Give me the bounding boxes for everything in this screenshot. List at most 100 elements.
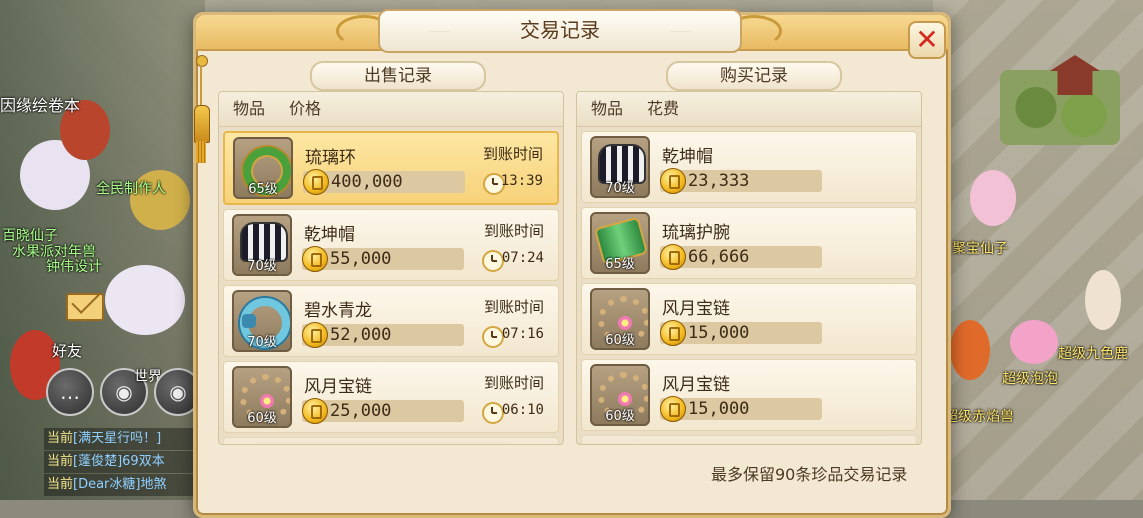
footer-note: 最多保留90条珍品交易记录 — [711, 465, 908, 484]
npc-label[interactable]: 因缘绘卷本 — [0, 92, 80, 116]
chat-line: 当前[满天星行吗！] — [44, 428, 214, 450]
item-slot[interactable]: 70级 — [232, 290, 292, 352]
arrival-time-label: 到账时间 — [483, 298, 544, 316]
clock-icon — [482, 402, 504, 424]
price-value: 52,000 — [330, 325, 392, 345]
sell-list-header: 物品 价格 — [219, 92, 563, 127]
cost-field: 15,000 — [660, 320, 822, 346]
arrival-time-label: 到账时间 — [483, 222, 544, 240]
chat-line: 当前[蓬俊楚]69双本 — [44, 451, 214, 473]
chat-channel: 当前 — [47, 454, 74, 469]
trade-record-panel: 交易记录 ✕ 出售记录 物品 价格 65级 琉璃环 400,000 到账时间 1… — [193, 9, 951, 518]
clock-icon — [482, 250, 504, 272]
item-slot[interactable]: 70级 — [232, 214, 292, 276]
npc-sprite[interactable] — [1085, 270, 1121, 330]
npc-sprite[interactable] — [970, 170, 1016, 226]
buy-record-row[interactable]: 60级 风月宝链 15,000 — [581, 359, 917, 431]
arrival-time-label: 到账时间 — [482, 145, 543, 163]
title-plate: 交易记录 — [378, 9, 742, 53]
buy-record-row[interactable]: 60级 风月宝链 15,000 — [581, 283, 917, 355]
chat-bubble-icon: … — [60, 380, 80, 404]
item-level: 65级 — [605, 257, 635, 272]
cost-value: 66,666 — [688, 247, 750, 267]
cost-value: 15,000 — [688, 323, 750, 343]
item-level: 60级 — [247, 411, 277, 426]
buy-list-header: 物品 花费 — [577, 92, 921, 127]
flower-pendant-icon — [260, 394, 274, 408]
item-slot[interactable]: 60级 — [232, 366, 292, 428]
flower-pendant-icon — [618, 316, 632, 330]
buy-records-list[interactable]: 物品 花费 70级 乾坤帽 23,333 65级 琉璃护腕 66,666 60级… — [576, 91, 922, 445]
item-name: 碧水青龙 — [304, 301, 372, 321]
cost-field: 15,000 — [660, 396, 822, 422]
npc-sprite[interactable] — [1010, 320, 1058, 364]
item-slot[interactable]: 60级 — [590, 364, 650, 426]
npc-label[interactable]: 超级泡泡 — [1002, 368, 1058, 388]
chat-line: 当前[Dear冰糖]地煞 — [44, 474, 214, 496]
microphone-icon: ◉ — [115, 380, 133, 404]
price-value: 25,000 — [330, 401, 392, 421]
dragon-head-icon — [242, 314, 256, 328]
coin-icon — [303, 169, 329, 195]
item-slot[interactable]: 65级 — [233, 137, 293, 199]
clock-icon — [482, 326, 504, 348]
sell-record-row[interactable]: 70级 碧水青龙 52,000 到账时间 07:16 — [223, 285, 559, 357]
buy-record-row[interactable]: 65级 琉璃护腕 66,666 — [581, 207, 917, 279]
buy-record-row-partial[interactable] — [581, 435, 917, 444]
mail-icon[interactable] — [66, 293, 104, 321]
coin-icon — [660, 244, 686, 270]
chat-log[interactable]: 当前[满天星行吗！] 当前[蓬俊楚]69双本 当前[Dear冰糖]地煞 — [44, 428, 214, 497]
chat-channel: 当前 — [47, 431, 74, 446]
tassel-ornament — [194, 55, 210, 165]
item-slot[interactable]: 60级 — [590, 288, 650, 350]
arrival-time-value: 13:39 — [500, 173, 543, 189]
npc-label[interactable]: 全民制作人 — [96, 178, 166, 198]
coin-icon — [302, 246, 328, 272]
friends-label[interactable]: 好友 — [52, 340, 82, 361]
sell-record-row-partial[interactable] — [223, 437, 559, 444]
column-header-price: 价格 — [289, 99, 322, 118]
arrival-time-value: 07:16 — [501, 326, 544, 342]
chat-channel: 当前 — [47, 477, 74, 492]
item-slot[interactable]: 65级 — [590, 212, 650, 274]
sell-record-row[interactable]: 65级 琉璃环 400,000 到账时间 13:39 — [223, 131, 559, 205]
price-value: 55,000 — [330, 249, 392, 269]
item-level: 70级 — [247, 259, 277, 274]
buy-records-tab: 购买记录 — [666, 61, 842, 91]
npc-label[interactable]: 钟伟设计 — [46, 256, 102, 276]
cost-value: 15,000 — [688, 399, 750, 419]
column-header-item: 物品 — [233, 99, 266, 118]
sell-records-tab: 出售记录 — [310, 61, 486, 91]
item-level: 70级 — [605, 181, 635, 196]
sell-record-row[interactable]: 70级 乾坤帽 55,000 到账时间 07:24 — [223, 209, 559, 281]
arrival-time-label: 到账时间 — [483, 374, 544, 392]
item-name: 琉璃护腕 — [662, 223, 730, 243]
npc-sprite[interactable] — [950, 320, 990, 380]
player-sprite[interactable] — [105, 265, 185, 335]
item-name: 乾坤帽 — [304, 225, 355, 245]
coin-icon — [660, 168, 686, 194]
close-button[interactable]: ✕ — [908, 21, 946, 59]
npc-label[interactable]: 超级赤焰兽 — [944, 406, 1014, 426]
arrival-time-value: 07:24 — [501, 250, 544, 266]
buy-record-row[interactable]: 70级 乾坤帽 23,333 — [581, 131, 917, 203]
coin-icon — [302, 398, 328, 424]
coin-icon — [660, 320, 686, 346]
chat-bubble-button[interactable]: … — [46, 368, 94, 416]
chat-text: [蓬俊楚]69双本 — [73, 454, 165, 469]
sell-records-list[interactable]: 物品 价格 65级 琉璃环 400,000 到账时间 13:39 70级 乾坤帽… — [218, 91, 564, 445]
price-value: 400,000 — [331, 172, 403, 192]
npc-label[interactable]: 超级九色鹿 — [1058, 343, 1128, 363]
close-icon: ✕ — [915, 23, 939, 56]
price-field: 400,000 — [303, 169, 465, 195]
arrival-time-value: 06:10 — [501, 402, 544, 418]
npc-label[interactable]: 聚宝仙子 — [952, 238, 1008, 258]
item-name: 风月宝链 — [662, 375, 730, 395]
price-field: 55,000 — [302, 246, 464, 272]
item-name: 风月宝链 — [304, 377, 372, 397]
column-header-item: 物品 — [591, 99, 624, 118]
item-level: 70级 — [247, 335, 277, 350]
panel-title: 交易记录 — [520, 18, 600, 42]
item-slot[interactable]: 70级 — [590, 136, 650, 198]
sell-record-row[interactable]: 60级 风月宝链 25,000 到账时间 06:10 — [223, 361, 559, 433]
